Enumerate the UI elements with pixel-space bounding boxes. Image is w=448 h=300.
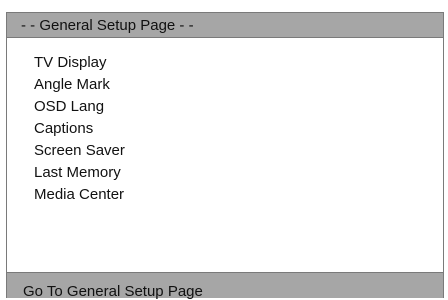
menu-panel: TV Display Angle Mark OSD Lang Captions …	[6, 38, 444, 272]
menu-item-last-memory[interactable]: Last Memory	[34, 164, 125, 186]
menu-item-captions[interactable]: Captions	[34, 120, 125, 142]
menu-item-media-center[interactable]: Media Center	[34, 186, 125, 208]
title-bar: - - General Setup Page - -	[6, 12, 444, 38]
setup-menu: TV Display Angle Mark OSD Lang Captions …	[34, 54, 125, 208]
menu-item-angle-mark[interactable]: Angle Mark	[34, 76, 125, 98]
page-title: - - General Setup Page - -	[21, 17, 194, 34]
setup-screen: - - General Setup Page - - TV Display An…	[0, 0, 448, 300]
status-text: Go To General Setup Page	[23, 283, 203, 300]
menu-item-osd-lang[interactable]: OSD Lang	[34, 98, 125, 120]
status-bar: Go To General Setup Page	[6, 272, 444, 300]
menu-item-screen-saver[interactable]: Screen Saver	[34, 142, 125, 164]
menu-item-tv-display[interactable]: TV Display	[34, 54, 125, 76]
